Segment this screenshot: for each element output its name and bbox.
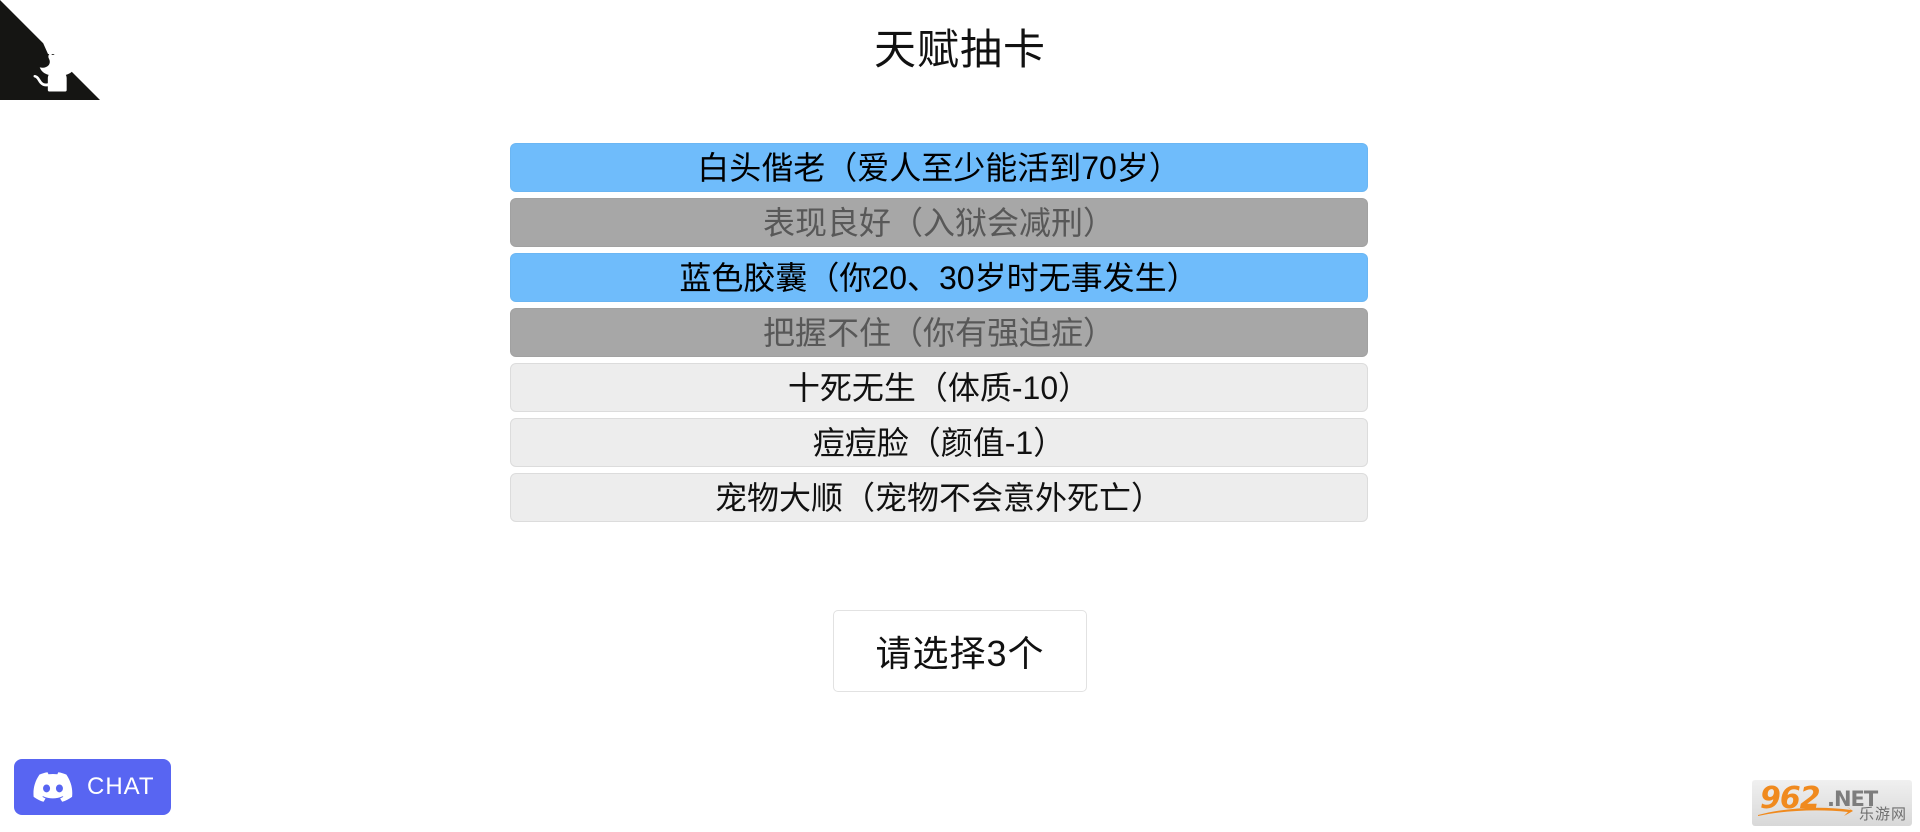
app-root: 天赋抽卡 白头偕老（爱人至少能活到70岁） 表现良好（入狱会减刑） 蓝色胶囊（你…: [0, 0, 1920, 832]
talent-card-label: 表现良好（入狱会减刑）: [762, 204, 1115, 241]
swoosh-icon: [1758, 806, 1853, 816]
talent-card[interactable]: 宠物大顺（宠物不会意外死亡）: [510, 473, 1368, 522]
talent-card-label: 白头偕老（爱人至少能活到70岁）: [697, 149, 1181, 186]
confirm-selection-button[interactable]: 请选择3个: [833, 610, 1087, 692]
discord-chat-label: CHAT: [87, 773, 155, 800]
talent-card-label: 把握不住（你有强迫症）: [762, 314, 1115, 351]
talent-card-label: 痘痘脸（颜值-1）: [812, 424, 1066, 461]
talent-card[interactable]: 痘痘脸（颜值-1）: [510, 418, 1368, 467]
talent-card-list[interactable]: 白头偕老（爱人至少能活到70岁） 表现良好（入狱会减刑） 蓝色胶囊（你20、30…: [510, 143, 1370, 580]
discord-icon: [33, 772, 73, 802]
discord-chat-button[interactable]: CHAT: [14, 759, 171, 815]
talent-card: 表现良好（入狱会减刑）: [510, 198, 1368, 247]
talent-card-label: 蓝色胶囊（你20、30岁时无事发生）: [679, 259, 1199, 296]
page-title: 天赋抽卡: [873, 26, 1046, 73]
talent-card: 把握不住（你有强迫症）: [510, 308, 1368, 357]
talent-card[interactable]: 蓝色胶囊（你20、30岁时无事发生）: [510, 253, 1368, 302]
talent-card[interactable]: 白头偕老（爱人至少能活到70岁）: [510, 143, 1368, 192]
talent-card-label: 宠物大顺（宠物不会意外死亡）: [714, 479, 1163, 516]
watermark-site-name: 乐游网: [1858, 806, 1907, 823]
talent-card[interactable]: 十死无生（体质-10）: [510, 363, 1368, 412]
octocat-icon: [0, 0, 100, 100]
site-watermark: 962 .NET 乐游网: [1752, 780, 1912, 826]
action-bar: 请选择3个: [0, 610, 1920, 692]
github-corner-link[interactable]: [0, 0, 100, 100]
talent-card-label: 十死无生（体质-10）: [787, 369, 1091, 406]
